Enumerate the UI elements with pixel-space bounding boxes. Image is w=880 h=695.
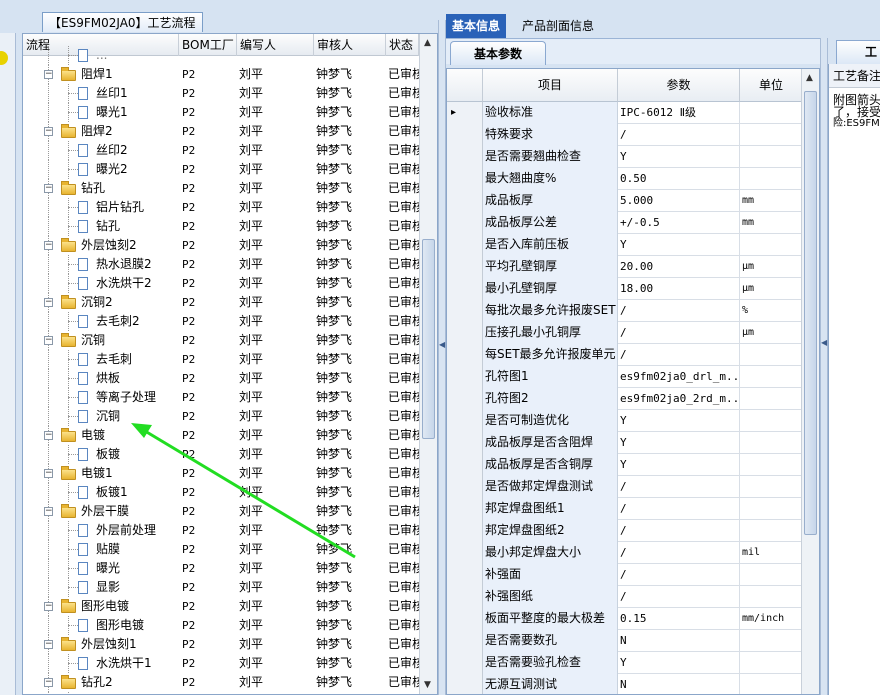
annotation-arrow-line — [139, 426, 356, 559]
annotation-arrowhead — [131, 423, 152, 438]
annotation-arrow — [131, 423, 356, 559]
